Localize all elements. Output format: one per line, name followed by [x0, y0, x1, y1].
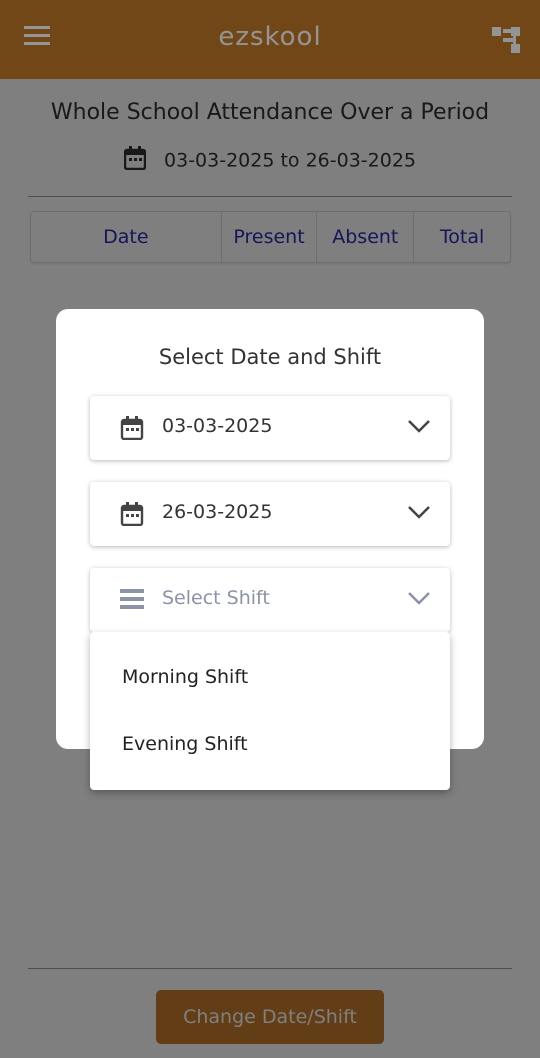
chevron-down-icon[interactable] [408, 504, 430, 523]
start-date-field[interactable]: 03-03-2025 [90, 396, 450, 460]
shift-placeholder: Select Shift [162, 587, 270, 609]
shift-list-icon [120, 588, 144, 614]
calendar-icon [120, 416, 144, 444]
app-bar-shade [0, 0, 540, 79]
dialog-title: Select Date and Shift [158, 345, 382, 369]
chevron-down-icon[interactable] [408, 418, 430, 437]
start-date-value: 03-03-2025 [162, 415, 273, 437]
shift-select[interactable]: Select Shift [90, 568, 450, 632]
end-date-value: 26-03-2025 [162, 501, 273, 523]
chevron-down-icon[interactable] [408, 590, 430, 609]
shift-options-menu: Morning Shift Evening Shift [90, 632, 450, 790]
shift-option-evening[interactable]: Evening Shift [122, 733, 248, 755]
end-date-field[interactable]: 26-03-2025 [90, 482, 450, 546]
shift-option-morning[interactable]: Morning Shift [122, 666, 248, 688]
calendar-icon [120, 502, 144, 530]
